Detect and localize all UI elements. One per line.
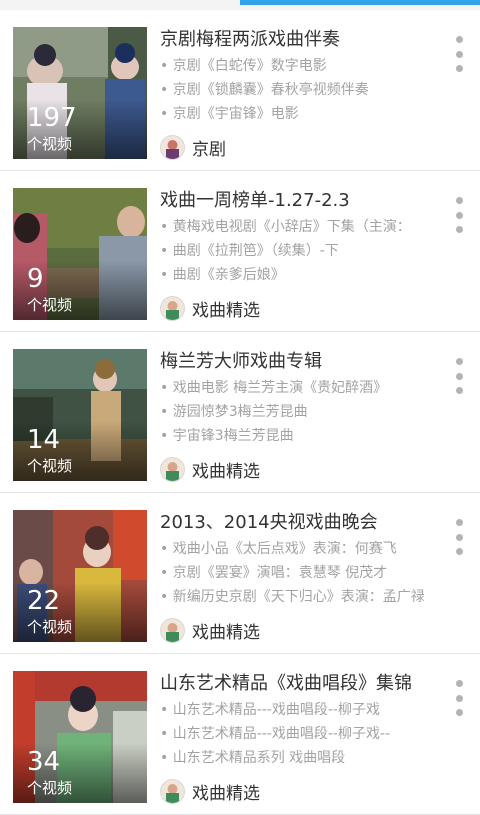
playlist-item-line: • 戏曲电影 梅兰芳主演《贵妃醉酒》 bbox=[160, 380, 388, 396]
playlist-item-line: • 黄梅戏电视剧《小辞店》下集（主演： bbox=[160, 219, 411, 235]
active-tab-indicator bbox=[240, 0, 480, 5]
video-count: 34 bbox=[27, 747, 61, 777]
playlist-item-line: • 戏曲小品《太后点戏》表演：何赛飞 bbox=[160, 541, 397, 557]
author-row[interactable]: 戏曲精选 bbox=[160, 778, 260, 804]
playlist-card[interactable]: 14 个视频 梅兰芳大师戏曲专辑 • 戏曲电影 梅兰芳主演《贵妃醉酒》 • 游园… bbox=[0, 332, 480, 493]
author-name[interactable]: 戏曲精选 bbox=[192, 457, 260, 482]
author-row[interactable]: 戏曲精选 bbox=[160, 295, 260, 321]
playlist-item-line: • 新编历史京剧《天下归心》表演：孟广禄 bbox=[160, 589, 425, 605]
video-count: 22 bbox=[27, 586, 61, 616]
playlist-title[interactable]: 京剧梅程两派戏曲伴奏 bbox=[160, 27, 435, 53]
playlist-thumbnail[interactable]: 34 个视频 bbox=[13, 671, 147, 803]
author-avatar[interactable] bbox=[160, 295, 185, 321]
playlist-card[interactable]: 197 个视频 京剧梅程两派戏曲伴奏 • 京剧《白蛇传》数字电影 • 京剧《锁麟… bbox=[0, 10, 480, 171]
playlist-item-line: • 游园惊梦3梅兰芳昆曲 bbox=[160, 404, 308, 420]
author-name[interactable]: 戏曲精选 bbox=[192, 296, 260, 321]
video-count-unit: 个视频 bbox=[27, 779, 73, 797]
author-avatar[interactable] bbox=[160, 617, 185, 643]
playlist-title[interactable]: 梅兰芳大师戏曲专辑 bbox=[160, 349, 435, 375]
playlist-item-line: • 山东艺术精品---戏曲唱段--柳子戏 bbox=[160, 702, 380, 718]
playlist-item-line: • 京剧《白蛇传》数字电影 bbox=[160, 58, 327, 74]
playlist-card[interactable]: 9 个视频 戏曲一周榜单-1.27-2.3 • 黄梅戏电视剧《小辞店》下集（主演… bbox=[0, 171, 480, 332]
playlist-item-line: • 山东艺术精品---戏曲唱段--柳子戏-- bbox=[160, 726, 391, 742]
more-vertical-icon[interactable] bbox=[452, 36, 466, 72]
playlist-item-line: • 曲剧《亲爹后娘》 bbox=[160, 267, 285, 283]
playlist-title[interactable]: 山东艺术精品《戏曲唱段》集锦 bbox=[160, 671, 435, 697]
author-row[interactable]: 戏曲精选 bbox=[160, 456, 260, 482]
playlist-item-line: • 宇宙锋3梅兰芳昆曲 bbox=[160, 428, 294, 444]
author-name[interactable]: 戏曲精选 bbox=[192, 618, 260, 643]
playlist-item-line: • 山东艺术精品系列 戏曲唱段 bbox=[160, 750, 346, 766]
more-vertical-icon[interactable] bbox=[452, 519, 466, 555]
playlist-card[interactable]: 22 个视频 2013、2014央视戏曲晚会 • 戏曲小品《太后点戏》表演：何赛… bbox=[0, 493, 480, 654]
video-count: 9 bbox=[27, 264, 44, 294]
playlist-thumbnail[interactable]: 22 个视频 bbox=[13, 510, 147, 642]
more-vertical-icon[interactable] bbox=[452, 197, 466, 233]
more-vertical-icon[interactable] bbox=[452, 680, 466, 716]
author-row[interactable]: 戏曲精选 bbox=[160, 617, 260, 643]
playlist-item-line: • 曲剧《拉荆笆》（续集）-下 bbox=[160, 243, 339, 259]
playlist-card[interactable]: 34 个视频 山东艺术精品《戏曲唱段》集锦 • 山东艺术精品---戏曲唱段--柳… bbox=[0, 654, 480, 815]
playlist-item-line: • 京剧《罢宴》演唱：袁慧琴 倪茂才 bbox=[160, 565, 388, 581]
author-avatar[interactable] bbox=[160, 134, 185, 160]
playlist-thumbnail[interactable]: 14 个视频 bbox=[13, 349, 147, 481]
playlist-title[interactable]: 戏曲一周榜单-1.27-2.3 bbox=[160, 188, 435, 214]
playlist-item-line: • 京剧《宇宙锋》电影 bbox=[160, 106, 299, 122]
author-name[interactable]: 京剧 bbox=[192, 135, 226, 160]
video-count: 197 bbox=[27, 103, 77, 133]
playlist-thumbnail[interactable]: 197 个视频 bbox=[13, 27, 147, 159]
playlist-title[interactable]: 2013、2014央视戏曲晚会 bbox=[160, 510, 435, 536]
author-avatar[interactable] bbox=[160, 456, 185, 482]
author-row[interactable]: 京剧 bbox=[160, 134, 226, 160]
video-count-unit: 个视频 bbox=[27, 457, 73, 475]
video-count: 14 bbox=[27, 425, 61, 455]
video-count-unit: 个视频 bbox=[27, 618, 73, 636]
playlist-thumbnail[interactable]: 9 个视频 bbox=[13, 188, 147, 320]
more-vertical-icon[interactable] bbox=[452, 358, 466, 394]
playlist-item-line: • 京剧《锁麟囊》春秋亭视频伴奏 bbox=[160, 82, 369, 98]
video-count-unit: 个视频 bbox=[27, 296, 73, 314]
tab-bar bbox=[0, 0, 480, 10]
video-count-unit: 个视频 bbox=[27, 135, 73, 153]
playlist-list: 197 个视频 京剧梅程两派戏曲伴奏 • 京剧《白蛇传》数字电影 • 京剧《锁麟… bbox=[0, 10, 480, 815]
